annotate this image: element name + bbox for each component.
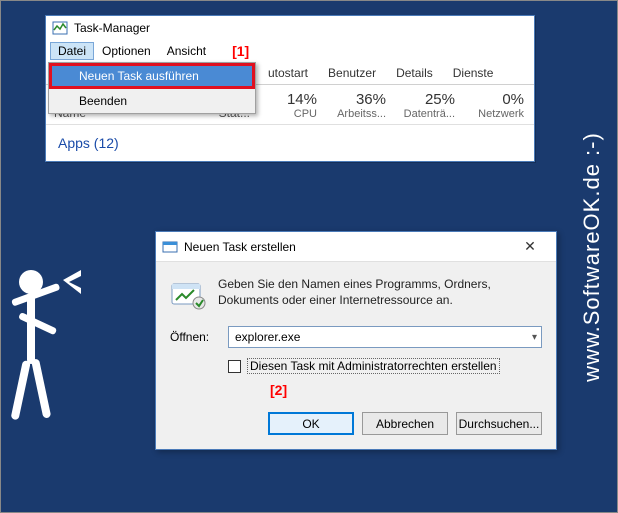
- cpu-label: CPU: [262, 108, 317, 120]
- menubar: Datei Optionen Ansicht [1] Neuen Task au…: [46, 40, 534, 62]
- menu-view[interactable]: Ansicht: [159, 42, 214, 60]
- col-memory[interactable]: 36% Arbeitss...: [327, 85, 396, 124]
- menu-run-new-task[interactable]: Neuen Task ausführen: [49, 63, 255, 89]
- memory-percent: 36%: [331, 91, 386, 108]
- browse-button[interactable]: Durchsuchen...: [456, 412, 542, 435]
- run-dialog: Neuen Task erstellen ✕ Geben Sie den Nam…: [155, 231, 557, 450]
- tab-services[interactable]: Dienste: [443, 62, 504, 84]
- menu-exit[interactable]: Beenden: [49, 89, 255, 113]
- network-label: Netzwerk: [469, 108, 524, 120]
- tab-details[interactable]: Details: [386, 62, 443, 84]
- col-network[interactable]: 0% Netzwerk: [465, 85, 534, 124]
- col-disk[interactable]: 25% Datenträ...: [396, 85, 465, 124]
- run-prompt-icon: [170, 276, 206, 312]
- tab-users[interactable]: Benutzer: [318, 62, 386, 84]
- open-combobox[interactable]: explorer.exe ▾: [228, 326, 542, 348]
- file-dropdown: Neuen Task ausführen Beenden: [48, 62, 256, 114]
- window-title: Task-Manager: [74, 21, 150, 35]
- disk-label: Datenträ...: [400, 108, 455, 120]
- close-button[interactable]: ✕: [510, 238, 550, 255]
- menu-options[interactable]: Optionen: [94, 42, 159, 60]
- admin-checkbox-label[interactable]: Diesen Task mit Administratorrechten ers…: [247, 358, 500, 374]
- dialog-titlebar[interactable]: Neuen Task erstellen ✕: [156, 232, 556, 262]
- run-dialog-icon: [162, 239, 178, 255]
- task-manager-window: Task-Manager Datei Optionen Ansicht [1] …: [45, 15, 535, 162]
- open-label: Öffnen:: [170, 330, 218, 344]
- annotation-marker-2: [2]: [270, 382, 542, 398]
- annotation-marker-1: [1]: [232, 43, 249, 59]
- open-value: explorer.exe: [235, 330, 300, 344]
- chevron-down-icon[interactable]: ▾: [532, 332, 537, 343]
- network-percent: 0%: [469, 91, 524, 108]
- col-cpu[interactable]: 14% CPU: [258, 85, 327, 124]
- dialog-description: Geben Sie den Namen eines Programms, Ord…: [218, 276, 542, 312]
- menu-file[interactable]: Datei: [50, 42, 94, 60]
- watermark-text: www.SoftwareOK.de :-): [579, 132, 605, 382]
- tab-autostart[interactable]: utostart: [258, 62, 318, 84]
- titlebar[interactable]: Task-Manager: [46, 16, 534, 40]
- apps-group-row[interactable]: Apps (12): [46, 124, 534, 161]
- task-manager-icon: [52, 20, 68, 36]
- dialog-title: Neuen Task erstellen: [184, 240, 296, 254]
- cancel-button[interactable]: Abbrechen: [362, 412, 448, 435]
- dialog-button-row: OK Abbrechen Durchsuchen...: [156, 402, 556, 449]
- watermark-figure: [1, 252, 101, 452]
- memory-label: Arbeitss...: [331, 108, 386, 120]
- admin-checkbox[interactable]: [228, 360, 241, 373]
- disk-percent: 25%: [400, 91, 455, 108]
- close-icon: ✕: [524, 238, 536, 254]
- ok-button[interactable]: OK: [268, 412, 354, 435]
- cpu-percent: 14%: [262, 91, 317, 108]
